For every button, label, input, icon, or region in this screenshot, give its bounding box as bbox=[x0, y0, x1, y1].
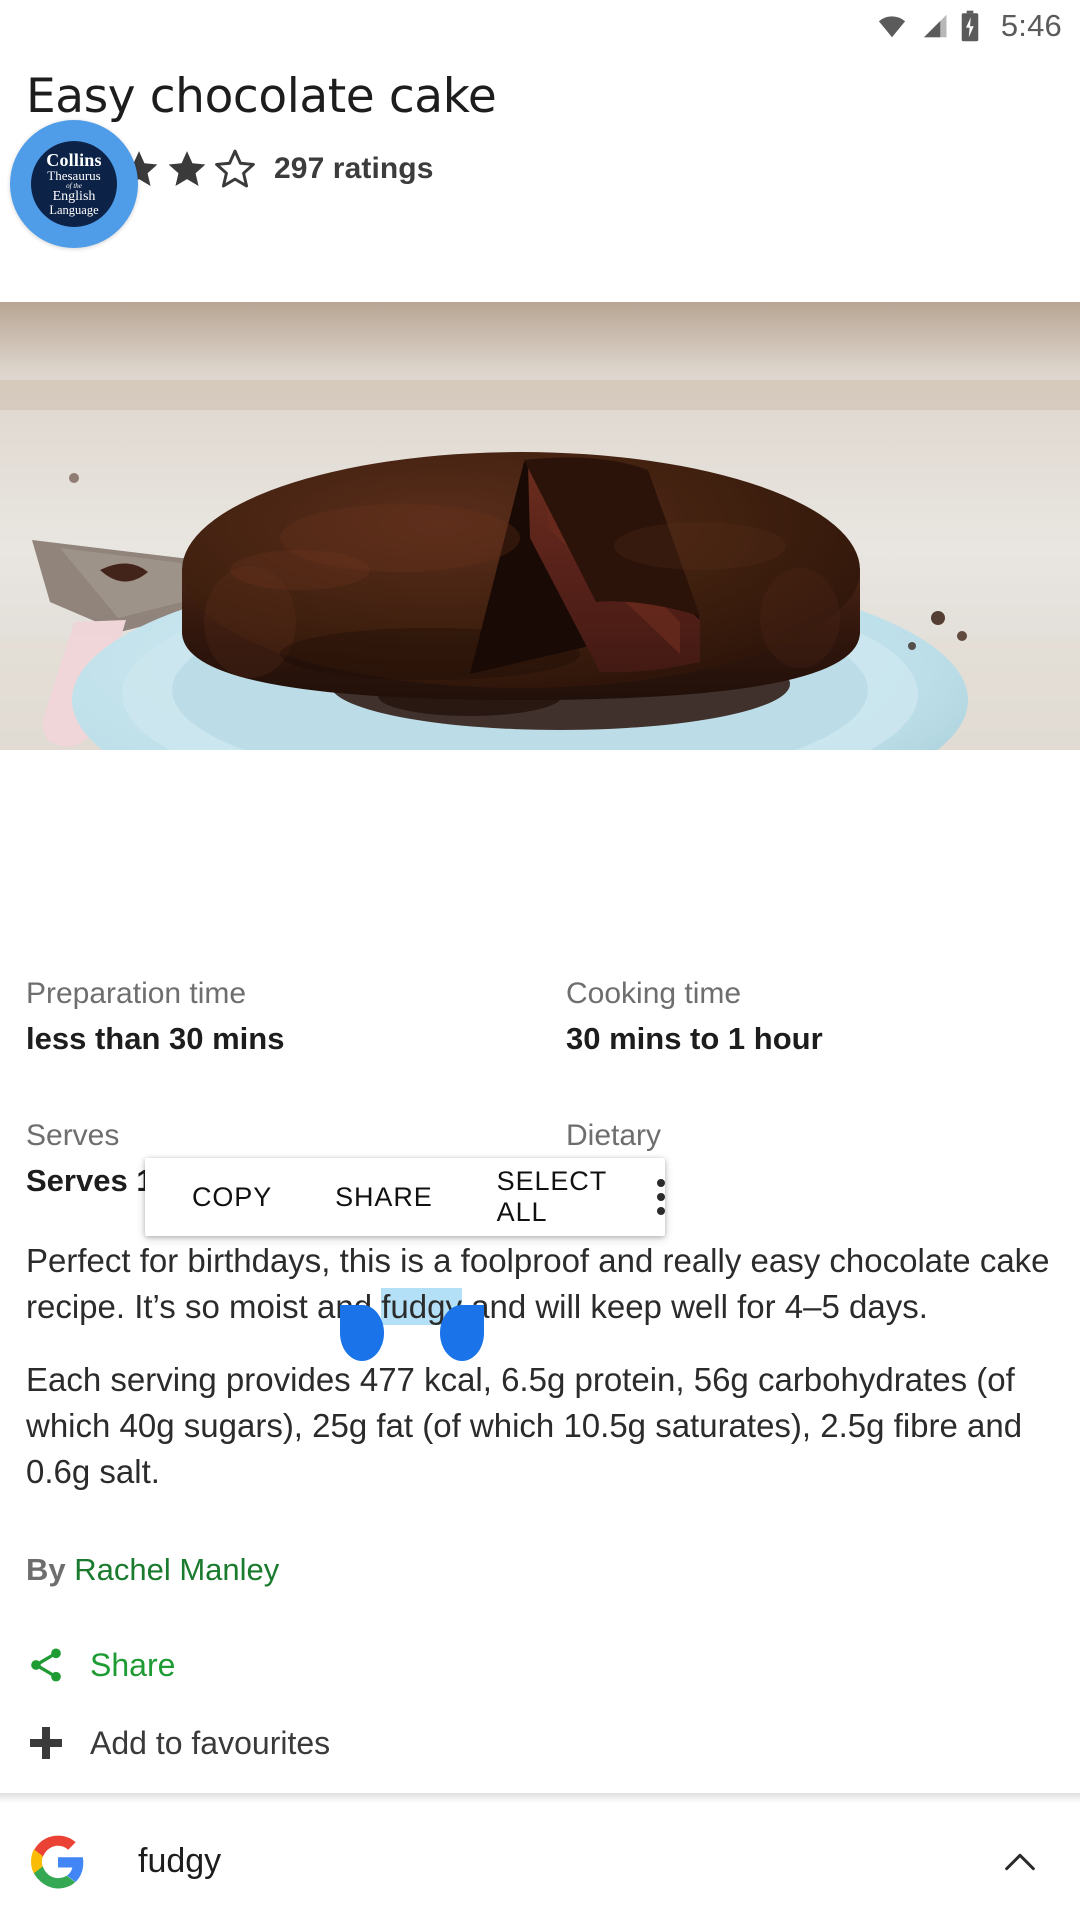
collins-logo: Collins Thesaurus of the English Languag… bbox=[31, 141, 117, 227]
star-filled-icon[interactable] bbox=[166, 148, 208, 190]
kebab-dot bbox=[657, 1207, 665, 1215]
star-rating[interactable] bbox=[118, 148, 256, 190]
collins-thesaurus-bubble[interactable]: Collins Thesaurus of the English Languag… bbox=[10, 120, 138, 248]
kebab-dot bbox=[657, 1193, 665, 1201]
kebab-dot bbox=[657, 1179, 665, 1187]
rating-row[interactable]: 297 ratings bbox=[118, 148, 434, 190]
share-action-label: Share bbox=[90, 1646, 176, 1683]
battery-charging-icon bbox=[961, 10, 979, 42]
meta-row-times: Preparation time less than 30 mins Cooki… bbox=[0, 975, 1080, 1058]
google-search-bar[interactable]: fudgy bbox=[0, 1803, 1080, 1920]
google-g-icon bbox=[31, 1835, 84, 1888]
wifi-icon bbox=[878, 16, 905, 38]
recipe-hero-image bbox=[0, 302, 1080, 750]
collins-line-4: English bbox=[52, 188, 96, 204]
selection-handle-end[interactable] bbox=[440, 1305, 484, 1361]
collins-line-2: Thesaurus bbox=[47, 168, 101, 184]
bottom-divider-shadow bbox=[0, 1795, 1080, 1803]
status-bar: 5:46 bbox=[0, 0, 1080, 52]
add-to-favourites-label: Add to favourites bbox=[90, 1724, 331, 1761]
prep-time-value: less than 30 mins bbox=[26, 1020, 285, 1056]
meta-cooking-time: Cooking time 30 mins to 1 hour bbox=[540, 975, 1080, 1058]
add-to-favourites-row[interactable]: Add to favourites bbox=[26, 1723, 330, 1763]
more-options-icon[interactable] bbox=[657, 1179, 665, 1215]
chocolate-cake-photo bbox=[0, 302, 1080, 750]
share-button[interactable]: SHARE bbox=[331, 1182, 437, 1213]
chevron-up-icon[interactable] bbox=[1000, 1842, 1040, 1882]
share-icon bbox=[31, 1648, 61, 1682]
prep-time-label: Preparation time bbox=[26, 977, 247, 1010]
cooking-time-value: 30 mins to 1 hour bbox=[566, 1020, 823, 1056]
status-bar-clock: 5:46 bbox=[1000, 8, 1062, 43]
share-action-row[interactable]: Share bbox=[26, 1645, 175, 1685]
nutrition-paragraph: Each serving provides 477 kcal, 6.5g pro… bbox=[26, 1361, 1023, 1491]
author-name-link[interactable]: Rachel Manley bbox=[74, 1552, 279, 1587]
intro-text-after: and will keep well for 4–5 days. bbox=[461, 1288, 928, 1326]
recipe-intro-paragraph[interactable]: Perfect for birthdays, this is a foolpro… bbox=[26, 1238, 1056, 1330]
select-all-button[interactable]: SELECT ALL bbox=[493, 1166, 613, 1228]
collins-line-5: Language bbox=[49, 203, 99, 218]
collins-line-1: Collins bbox=[46, 150, 102, 171]
author-by-label: By bbox=[26, 1552, 75, 1587]
star-outline-icon[interactable] bbox=[214, 148, 256, 190]
recipe-author[interactable]: By Rachel Manley bbox=[26, 1554, 279, 1585]
ratings-count-label: 297 ratings bbox=[274, 152, 434, 185]
meta-prep-time: Preparation time less than 30 mins bbox=[0, 975, 540, 1058]
plus-icon bbox=[30, 1727, 62, 1759]
app-screen: 5:46 Easy chocolate cake 297 ratings Rat… bbox=[0, 0, 1080, 1920]
text-selection-toolbar: COPY SHARE SELECT ALL bbox=[145, 1158, 665, 1236]
status-bar-icons: 5:46 bbox=[875, 8, 1062, 44]
page-title: Easy chocolate cake bbox=[26, 69, 497, 124]
copy-button[interactable]: COPY bbox=[188, 1182, 276, 1213]
signal-icon bbox=[923, 14, 947, 38]
search-query-text[interactable]: fudgy bbox=[138, 1842, 221, 1881]
cooking-time-label: Cooking time bbox=[566, 977, 742, 1010]
dietary-label: Dietary bbox=[566, 1119, 662, 1153]
selection-handle-start[interactable] bbox=[340, 1305, 384, 1361]
serves-label: Serves bbox=[26, 1119, 120, 1153]
